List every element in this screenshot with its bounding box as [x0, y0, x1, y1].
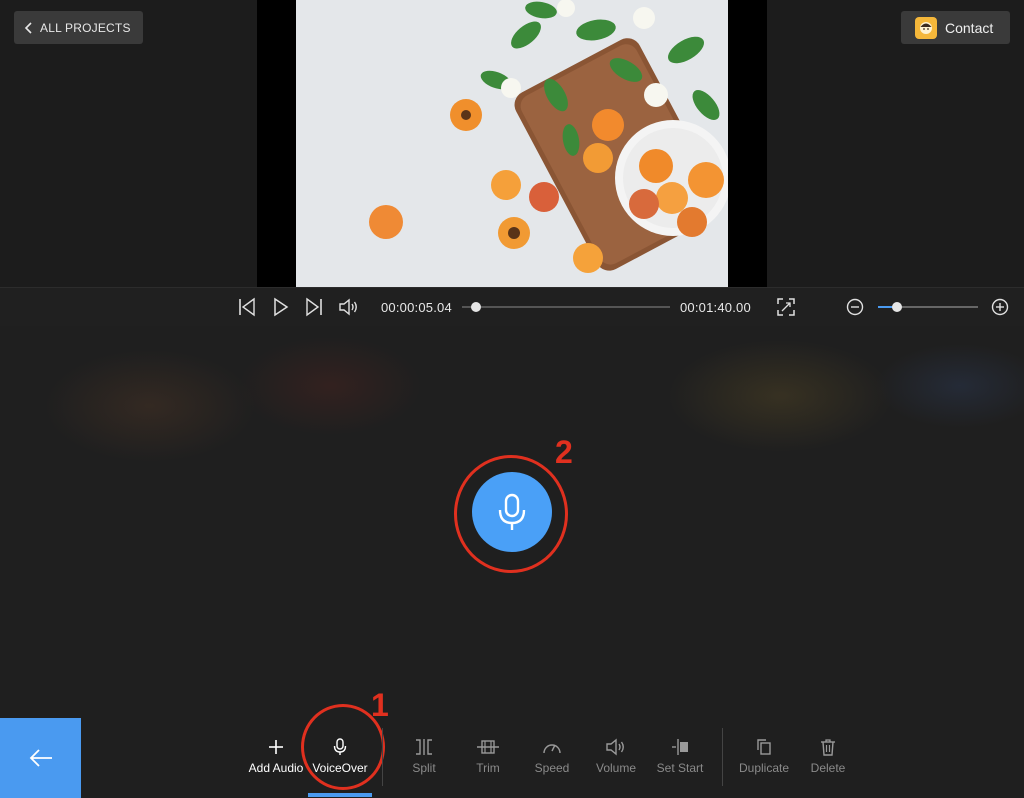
zoom-handle[interactable]	[892, 302, 902, 312]
playback-bar: 00:00:05.04 00:01:40.00	[0, 287, 1024, 327]
all-projects-label: ALL PROJECTS	[40, 20, 131, 35]
video-frame-image	[296, 0, 728, 287]
skip-next-icon[interactable]	[305, 297, 323, 317]
duplicate-button[interactable]: Duplicate	[732, 736, 796, 775]
zoom-in-icon[interactable]	[990, 297, 1010, 317]
support-avatar-icon	[915, 16, 937, 39]
delete-label: Delete	[810, 761, 846, 775]
set-start-icon	[672, 739, 688, 755]
play-icon[interactable]	[273, 297, 289, 317]
plus-icon	[269, 740, 283, 754]
volume-icon[interactable]	[338, 297, 360, 317]
toolbar-divider	[382, 728, 383, 786]
set-start-label: Set Start	[656, 761, 704, 775]
volume-label: Volume	[595, 761, 637, 775]
speedometer-icon	[543, 744, 561, 754]
split-label: Split	[412, 761, 436, 775]
skip-previous-icon[interactable]	[238, 297, 256, 317]
annotation-circle-2	[454, 455, 568, 573]
split-icon	[416, 739, 432, 755]
zoom-out-icon[interactable]	[845, 297, 865, 317]
arrow-left-icon	[29, 749, 52, 767]
trim-button[interactable]: Trim	[456, 736, 520, 775]
contact-button[interactable]: Contact	[901, 11, 1010, 44]
add-audio-button[interactable]: Add Audio	[244, 736, 308, 775]
back-button[interactable]	[0, 718, 81, 798]
annotation-number-2: 2	[555, 434, 573, 470]
duplicate-label: Duplicate	[738, 761, 790, 775]
add-audio-label: Add Audio	[248, 761, 304, 775]
fullscreen-icon[interactable]	[776, 297, 796, 317]
speed-label: Speed	[534, 761, 570, 775]
volume-icon	[606, 738, 624, 756]
set-start-button[interactable]: Set Start	[648, 736, 712, 775]
duplicate-icon	[757, 739, 771, 755]
trim-label: Trim	[476, 761, 500, 775]
split-button[interactable]: Split	[392, 736, 456, 775]
contact-label: Contact	[945, 19, 994, 36]
volume-button[interactable]: Volume	[584, 736, 648, 775]
annotation-number-1: 1	[371, 687, 389, 723]
current-time: 00:00:05.04	[381, 300, 452, 315]
trim-icon	[477, 740, 499, 754]
speed-button[interactable]: Speed	[520, 736, 584, 775]
chevron-left-icon	[24, 21, 32, 34]
seek-bar[interactable]	[462, 306, 670, 308]
toolbar-divider	[722, 728, 723, 786]
delete-button[interactable]: Delete	[796, 736, 860, 775]
seek-handle[interactable]	[471, 302, 481, 312]
trash-icon	[821, 739, 835, 756]
total-time: 00:01:40.00	[680, 300, 751, 315]
all-projects-button[interactable]: ALL PROJECTS	[14, 11, 143, 44]
active-tab-indicator	[308, 793, 372, 797]
